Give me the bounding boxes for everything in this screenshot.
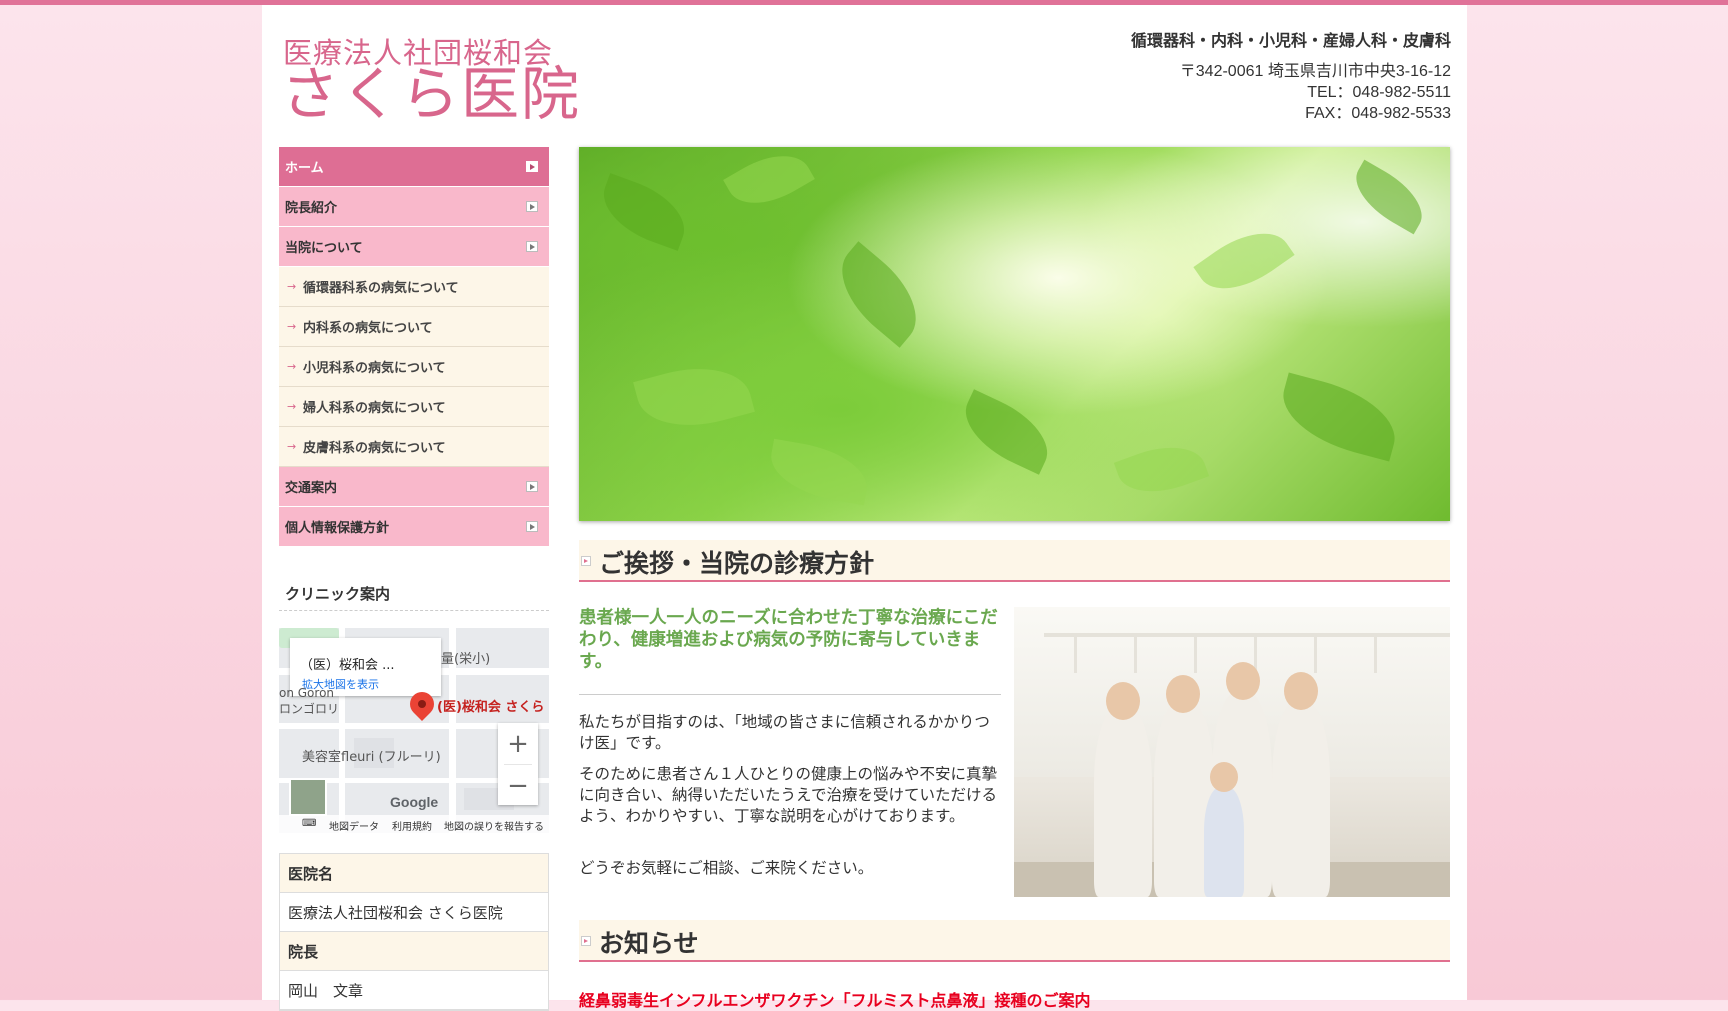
arrow-right-icon bbox=[526, 481, 538, 492]
heading-marker-icon bbox=[581, 936, 591, 946]
map-label-place: on Goron bbox=[279, 686, 335, 700]
google-logo: Google bbox=[390, 794, 439, 810]
map-card-title: （医）桜和会 ... bbox=[300, 658, 395, 673]
map-terms-link[interactable]: 利用規約 bbox=[392, 818, 432, 833]
photo-person-head bbox=[1226, 662, 1260, 700]
nav-item-label: 院長紹介 bbox=[285, 201, 338, 216]
nav-item-home[interactable]: ホーム bbox=[279, 147, 549, 187]
photo-post bbox=[1074, 637, 1077, 673]
nav-item-about[interactable]: 当院について bbox=[279, 227, 549, 267]
arrow-right-icon bbox=[526, 241, 538, 252]
greeting-title: ご挨拶・当院の診療方針 bbox=[599, 549, 875, 578]
map-report-link[interactable]: 地図の誤りを報告する bbox=[444, 818, 544, 833]
nav-item-label: 個人情報保護方針 bbox=[285, 521, 390, 536]
leaf-shape bbox=[723, 147, 815, 219]
sub-nav-internal[interactable]: → 内科系の病気について bbox=[279, 307, 549, 347]
map-zoom-controls: + − bbox=[498, 723, 538, 805]
leaf-shape bbox=[633, 353, 755, 441]
sidebar-nav: ホーム 院長紹介 当院について → 循環器科系の病気について → 内科系の病気に… bbox=[279, 147, 549, 547]
leaf-shape bbox=[823, 241, 935, 348]
section-heading-greeting: ご挨拶・当院の診療方針 bbox=[579, 540, 1450, 582]
leaf-shape bbox=[1344, 159, 1434, 235]
zoom-out-button[interactable]: − bbox=[498, 765, 538, 806]
nav-item-label: ホーム bbox=[285, 161, 324, 176]
photo-person-head bbox=[1106, 682, 1140, 720]
leaf-shape bbox=[952, 389, 1061, 475]
sub-nav-label: 皮膚科系の病気について bbox=[303, 441, 446, 456]
page-container: 医療法人社団桜和会 さくら医院 循環器科・内科・小児科・産婦人科・皮膚科 〒34… bbox=[262, 5, 1467, 1011]
sub-arrow-icon: → bbox=[287, 280, 297, 293]
photo-railing bbox=[1044, 633, 1450, 637]
sub-nav-label: 婦人科系の病気について bbox=[303, 401, 446, 416]
satellite-toggle-button[interactable] bbox=[289, 778, 327, 816]
info-header-clinic-name: 医院名 bbox=[280, 854, 548, 893]
info-header-director: 院長 bbox=[280, 932, 548, 971]
sub-nav-pediatrics[interactable]: → 小児科系の病気について bbox=[279, 347, 549, 387]
header-contact: 循環器科・内科・小児科・産婦人科・皮膚科 〒342-0061 埼玉県吉川市中央3… bbox=[1131, 27, 1451, 124]
sub-nav-gynecology[interactable]: → 婦人科系の病気について bbox=[279, 387, 549, 427]
sub-arrow-icon: → bbox=[287, 400, 297, 413]
keyboard-icon[interactable]: ⌨ bbox=[302, 818, 316, 829]
leaf-shape bbox=[1113, 433, 1210, 506]
sub-arrow-icon: → bbox=[287, 320, 297, 333]
map-label-salon: 美容室fleuri (フルーリ) bbox=[302, 750, 441, 765]
clinic-info-table: 医院名 医療法人社団桜和会 さくら医院 院長 岡山 文章 bbox=[279, 853, 549, 1011]
leaf-shape bbox=[593, 173, 695, 251]
arrow-right-icon bbox=[526, 161, 538, 172]
header-tel: TEL：048-982-5511 bbox=[1307, 84, 1451, 101]
map-label-place: ロンゴロリ bbox=[279, 702, 340, 716]
news-item-link[interactable]: 経鼻弱毒生インフルエンザワクチン「フルミスト点鼻液」接種のご案内 bbox=[579, 987, 1091, 1011]
info-value-director: 岡山 文章 bbox=[280, 971, 548, 1010]
arrow-right-icon bbox=[526, 201, 538, 212]
clinic-info-heading: クリニック案内 bbox=[279, 583, 549, 611]
sub-nav-dermatology[interactable]: → 皮膚科系の病気について bbox=[279, 427, 549, 467]
zoom-in-button[interactable]: + bbox=[498, 723, 538, 764]
map-label-school: 量(栄小) bbox=[441, 652, 491, 667]
photo-person bbox=[1204, 787, 1244, 897]
sub-nav-label: 小児科系の病気について bbox=[303, 361, 446, 376]
greeting-paragraph: どうぞお気軽にご相談、ご来院ください。 bbox=[579, 859, 874, 877]
map-footer: ⌨ 地図データ 利用規約 地図の誤りを報告する bbox=[279, 815, 549, 833]
sub-nav-label: 循環器科系の病気について bbox=[303, 281, 459, 296]
leaf-shape bbox=[1193, 215, 1295, 307]
photo-post bbox=[1134, 637, 1137, 673]
embedded-map[interactable]: （医）桜和会 ... 拡大地図を表示 量(栄小) on Goron ロンゴロリ … bbox=[279, 628, 549, 833]
photo-person-head bbox=[1210, 762, 1238, 792]
photo-person-head bbox=[1166, 675, 1200, 713]
photo-person-head bbox=[1284, 672, 1318, 710]
info-value-clinic-name: 医療法人社団桜和会 さくら医院 bbox=[280, 893, 548, 932]
arrow-right-icon bbox=[526, 521, 538, 532]
header-address: 〒342-0061 埼玉県吉川市中央3-16-12 bbox=[1179, 63, 1451, 80]
heading-marker-icon bbox=[581, 556, 591, 566]
nav-item-director[interactable]: 院長紹介 bbox=[279, 187, 549, 227]
photo-post bbox=[1314, 637, 1317, 673]
nav-item-label: 当院について bbox=[285, 241, 363, 256]
section-heading-news: お知らせ bbox=[579, 920, 1450, 962]
photo-person bbox=[1094, 707, 1152, 897]
sub-arrow-icon: → bbox=[287, 440, 297, 453]
divider bbox=[579, 694, 1001, 695]
hero-image-leaves bbox=[579, 147, 1450, 521]
news-title: お知らせ bbox=[599, 929, 699, 958]
family-photo bbox=[1014, 607, 1450, 897]
nav-item-access[interactable]: 交通案内 bbox=[279, 467, 549, 507]
leaf-shape bbox=[1273, 372, 1405, 462]
header-specialties: 循環器科・内科・小児科・産婦人科・皮膚科 bbox=[1130, 31, 1451, 50]
greeting-lead: 患者様一人一人のニーズに合わせた丁寧な治療にこだわり、健康増進および病気の予防に… bbox=[579, 608, 998, 672]
sub-arrow-icon: → bbox=[287, 360, 297, 373]
header-fax: FAX：048-982-5533 bbox=[1305, 105, 1451, 122]
map-label-clinic: (医)桜和会 さくら bbox=[437, 700, 545, 715]
nav-item-label: 交通案内 bbox=[285, 481, 338, 496]
sub-nav-label: 内科系の病気について bbox=[303, 321, 433, 336]
photo-person bbox=[1272, 702, 1330, 897]
photo-post bbox=[1374, 637, 1377, 673]
greeting-paragraph: そのために患者さん１人ひとりの健康上の悩みや不安に真摯に向き合い、納得いただいた… bbox=[579, 765, 998, 825]
sub-nav-cardiology[interactable]: → 循環器科系の病気について bbox=[279, 267, 549, 307]
nav-item-privacy[interactable]: 個人情報保護方針 bbox=[279, 507, 549, 547]
logo-clinic-name[interactable]: さくら医院 bbox=[281, 62, 581, 127]
leaf-shape bbox=[765, 438, 873, 506]
map-data-link[interactable]: 地図データ bbox=[329, 818, 379, 833]
photo-post bbox=[1194, 637, 1197, 673]
greeting-paragraph: 私たちが目指すのは、「地域の皆さまに信頼されるかかりつけ医」です。 bbox=[579, 713, 990, 752]
